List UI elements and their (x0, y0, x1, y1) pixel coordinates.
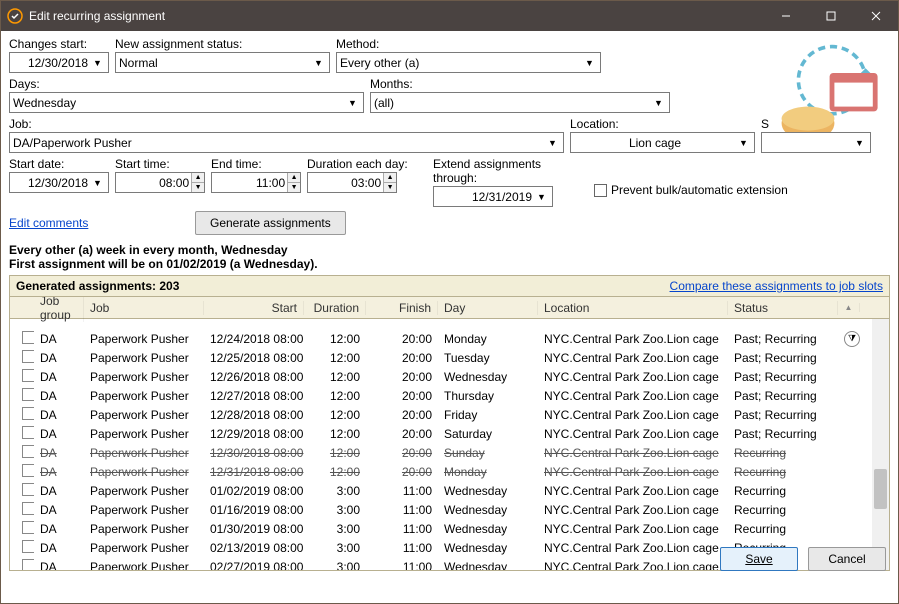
end-time-spinner[interactable]: ▲▼ (211, 172, 301, 193)
scrollbar-thumb[interactable] (874, 469, 887, 509)
col-job-group[interactable]: Job group (34, 297, 84, 322)
months-dropdown[interactable]: (all)▼ (370, 92, 670, 113)
title-bar: Edit recurring assignment (1, 1, 898, 31)
row-checkbox[interactable] (22, 445, 34, 458)
table-row[interactable]: DAPaperwork Pusher01/30/2019 08:003:0011… (10, 519, 889, 538)
shift-label: S (761, 117, 871, 131)
months-label: Months: (370, 77, 670, 91)
start-date-dropdown[interactable]: 12/30/2018▼ (9, 172, 109, 193)
spin-down-icon[interactable]: ▼ (288, 183, 300, 192)
table-row[interactable]: DAPaperwork Pusher12/30/2018 08:0012:002… (10, 443, 889, 462)
generate-assignments-button[interactable]: Generate assignments (195, 211, 346, 235)
table-row[interactable]: DAPaperwork Pusher12/24/2018 08:0012:002… (10, 329, 889, 348)
chevron-down-icon: ▼ (852, 138, 867, 148)
chevron-down-icon: ▼ (345, 98, 360, 108)
window-title: Edit recurring assignment (29, 9, 763, 23)
chevron-down-icon: ▼ (545, 138, 560, 148)
table-row[interactable]: DAPaperwork Pusher12/26/2018 08:0012:002… (10, 367, 889, 386)
prevent-extension-checkbox[interactable]: Prevent bulk/automatic extension (594, 173, 788, 207)
col-job[interactable]: Job (84, 301, 204, 315)
row-checkbox[interactable] (22, 369, 34, 382)
filter-icon[interactable]: ⧩ (844, 331, 860, 347)
table-row[interactable]: DAPaperwork Pusher01/16/2019 08:003:0011… (10, 500, 889, 519)
col-finish[interactable]: Finish (366, 301, 438, 315)
prevent-extension-label: Prevent bulk/automatic extension (611, 183, 788, 197)
spin-down-icon[interactable]: ▼ (384, 183, 396, 192)
table-row[interactable]: DAPaperwork Pusher12/29/2018 08:0012:002… (10, 424, 889, 443)
checkbox-box-icon (594, 184, 607, 197)
row-checkbox[interactable] (22, 407, 34, 420)
table-row[interactable]: DAPaperwork Pusher01/02/2019 08:003:0011… (10, 481, 889, 500)
table-scrollbar[interactable] (872, 319, 889, 570)
chevron-down-icon: ▼ (90, 58, 105, 68)
new-status-dropdown[interactable]: Normal▼ (115, 52, 330, 73)
start-time-spinner[interactable]: ▲▼ (115, 172, 205, 193)
col-duration[interactable]: Duration (304, 301, 366, 315)
table-header: Job group Job Start Duration Finish Day … (10, 297, 889, 319)
extend-dropdown[interactable]: 12/31/2019▼ (433, 186, 553, 207)
start-date-label: Start date: (9, 157, 109, 171)
row-checkbox[interactable] (22, 426, 34, 439)
minimize-button[interactable] (763, 1, 808, 31)
row-checkbox[interactable] (22, 502, 34, 515)
table-row[interactable]: DAPaperwork Pusher12/31/2018 08:0012:002… (10, 462, 889, 481)
duration-spinner[interactable]: ▲▼ (307, 172, 397, 193)
shift-dropdown[interactable]: ▼ (761, 132, 871, 153)
location-dropdown[interactable]: Lion cage▼ (570, 132, 755, 153)
close-button[interactable] (853, 1, 898, 31)
changes-start-dropdown[interactable]: 12/30/2018▼ (9, 52, 109, 73)
days-dropdown[interactable]: Wednesday▼ (9, 92, 364, 113)
maximize-button[interactable] (808, 1, 853, 31)
spin-up-icon[interactable]: ▲ (288, 173, 300, 183)
row-checkbox[interactable] (22, 483, 34, 496)
row-checkbox[interactable] (22, 559, 34, 572)
job-label: Job: (9, 117, 564, 131)
col-sort-icon[interactable]: ▲ (838, 303, 860, 312)
table-row[interactable]: DAPaperwork Pusher12/28/2018 08:0012:002… (10, 405, 889, 424)
compare-link[interactable]: Compare these assignments to job slots (670, 279, 883, 293)
chevron-down-icon: ▼ (311, 58, 326, 68)
save-button[interactable]: Save (720, 547, 798, 571)
generated-assignments-header: Generated assignments: 203 (16, 279, 179, 293)
location-label: Location: (570, 117, 755, 131)
row-checkbox[interactable] (22, 350, 34, 363)
changes-start-label: Changes start: (9, 37, 109, 51)
chevron-down-icon: ▼ (736, 138, 751, 148)
method-dropdown[interactable]: Every other (a)▼ (336, 52, 601, 73)
job-dropdown[interactable]: DA/Paperwork Pusher▼ (9, 132, 564, 153)
summary-line1: Every other (a) week in every month, Wed… (9, 243, 890, 257)
row-checkbox[interactable] (22, 464, 34, 477)
new-status-label: New assignment status: (115, 37, 330, 51)
row-checkbox[interactable] (22, 540, 34, 553)
table-row[interactable]: DAPaperwork Pusher12/27/2018 08:0012:002… (10, 386, 889, 405)
spin-up-icon[interactable]: ▲ (192, 173, 204, 183)
start-time-label: Start time: (115, 157, 205, 171)
extend-label: Extend assignments through: (433, 157, 588, 185)
table-row[interactable]: DAPaperwork Pusher12/25/2018 08:0012:002… (10, 348, 889, 367)
chevron-down-icon: ▼ (651, 98, 666, 108)
duration-label: Duration each day: (307, 157, 427, 171)
edit-comments-link[interactable]: Edit comments (9, 216, 189, 230)
spin-up-icon[interactable]: ▲ (384, 173, 396, 183)
chevron-down-icon: ▼ (534, 192, 549, 202)
end-time-label: End time: (211, 157, 301, 171)
table-body: DAPaperwork Pusher12/24/2018 08:0012:002… (10, 319, 889, 571)
app-icon (7, 8, 23, 24)
cancel-button[interactable]: Cancel (808, 547, 886, 571)
col-start[interactable]: Start (204, 301, 304, 315)
chevron-down-icon: ▼ (90, 178, 105, 188)
col-day[interactable]: Day (438, 301, 538, 315)
method-label: Method: (336, 37, 601, 51)
assignments-table: Job group Job Start Duration Finish Day … (9, 297, 890, 571)
row-checkbox[interactable] (22, 521, 34, 534)
col-status[interactable]: Status (728, 301, 838, 315)
summary-line2: First assignment will be on 01/02/2019 (… (9, 257, 890, 271)
chevron-down-icon: ▼ (582, 58, 597, 68)
row-checkbox[interactable] (22, 331, 34, 344)
spin-down-icon[interactable]: ▼ (192, 183, 204, 192)
row-checkbox[interactable] (22, 388, 34, 401)
days-label: Days: (9, 77, 364, 91)
col-location[interactable]: Location (538, 301, 728, 315)
